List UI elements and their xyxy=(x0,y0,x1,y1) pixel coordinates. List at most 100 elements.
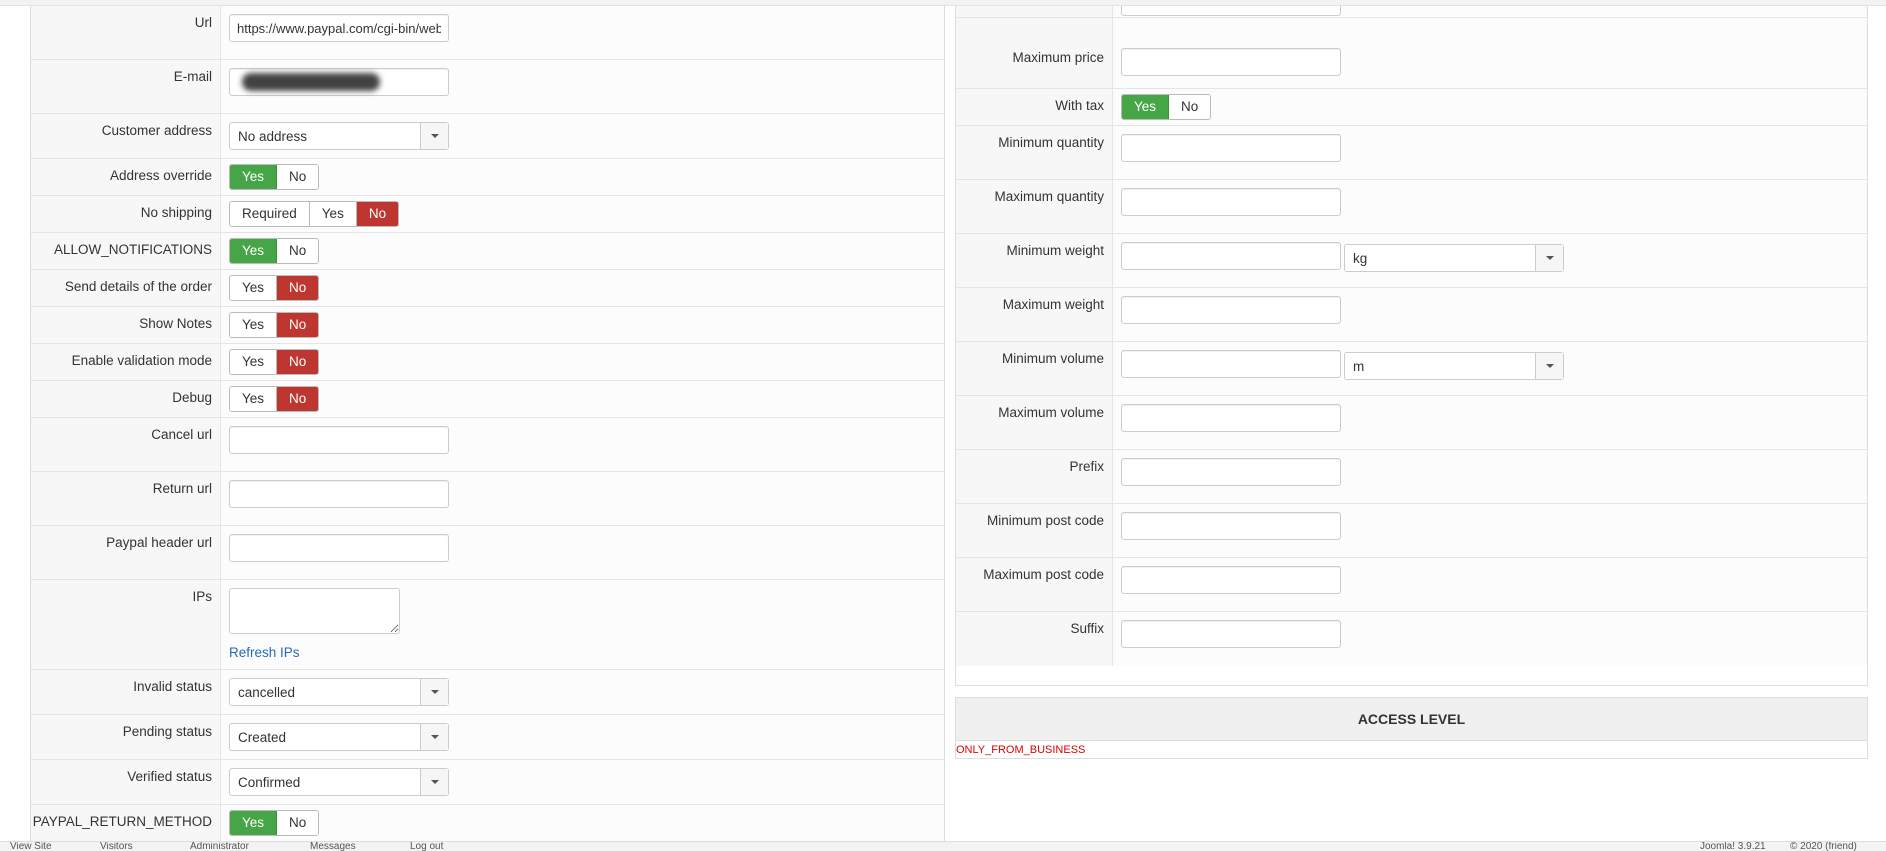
max-weight-label: Maximum weight xyxy=(956,288,1113,341)
min-post-label: Minimum post code xyxy=(956,504,1113,557)
chevron-down-icon xyxy=(420,679,448,705)
row-return-method: PAYPAL_RETURN_METHOD Yes No xyxy=(31,805,944,842)
show-notes-yes[interactable]: Yes xyxy=(230,313,278,337)
row-email: E-mail xyxy=(31,60,944,114)
row-max-price: Maximum price xyxy=(956,18,1867,89)
row-with-tax: With tax Yes No xyxy=(956,89,1867,126)
suffix-label: Suffix xyxy=(956,612,1113,666)
weight-unit-select[interactable]: kg xyxy=(1344,244,1564,272)
show-notes-no[interactable]: No xyxy=(277,313,319,337)
redacted-email-blur xyxy=(242,73,380,91)
invalid-status-select[interactable]: cancelled xyxy=(229,678,449,706)
allow-notifications-label: ALLOW_NOTIFICATIONS xyxy=(31,233,221,269)
pending-status-value: Created xyxy=(238,729,287,745)
verified-status-select[interactable]: Confirmed xyxy=(229,768,449,796)
row-send-details: Send details of the order Yes No xyxy=(31,270,944,307)
row-pending-status: Pending status Created xyxy=(31,715,944,760)
volume-unit-value: m xyxy=(1353,358,1365,374)
debug-no[interactable]: No xyxy=(277,387,319,411)
address-override-label: Address override xyxy=(31,159,221,195)
weight-unit-value: kg xyxy=(1353,250,1368,266)
left-form-panel: Url E-mail Customer address No address A… xyxy=(30,6,945,842)
allow-notifications-no[interactable]: No xyxy=(277,239,319,263)
validation-mode-toggle: Yes No xyxy=(229,349,320,375)
row-customer-address: Customer address No address xyxy=(31,114,944,159)
verified-status-label: Verified status xyxy=(31,760,221,804)
row-cancel-url: Cancel url xyxy=(31,418,944,472)
return-method-no[interactable]: No xyxy=(277,811,319,835)
cut-off-input[interactable] xyxy=(1121,6,1341,16)
max-volume-input[interactable] xyxy=(1121,404,1341,432)
row-verified-status: Verified status Confirmed xyxy=(31,760,944,805)
return-url-input[interactable] xyxy=(229,480,449,508)
with-tax-no[interactable]: No xyxy=(1169,95,1211,119)
address-override-toggle: Yes No xyxy=(229,164,320,190)
send-details-toggle: Yes No xyxy=(229,275,320,301)
header-url-input[interactable] xyxy=(229,534,449,562)
min-volume-input[interactable] xyxy=(1121,350,1341,378)
row-suffix: Suffix xyxy=(956,612,1867,666)
address-override-yes[interactable]: Yes xyxy=(230,165,278,189)
row-ips: IPs Refresh IPs xyxy=(31,580,944,670)
volume-unit-select[interactable]: m xyxy=(1344,352,1564,380)
return-method-label: PAYPAL_RETURN_METHOD xyxy=(31,805,221,842)
max-price-input[interactable] xyxy=(1121,48,1341,76)
copyright-text: © 2020 (friend) xyxy=(1790,841,1857,851)
no-shipping-label: No shipping xyxy=(31,196,221,232)
invalid-status-value: cancelled xyxy=(238,684,296,700)
ips-label: IPs xyxy=(31,580,221,669)
access-level-title: ACCESS LEVEL xyxy=(956,698,1867,741)
with-tax-yes[interactable]: Yes xyxy=(1122,95,1170,119)
chevron-down-icon xyxy=(1535,353,1563,379)
view-site-link[interactable]: View Site xyxy=(10,842,52,851)
cancel-url-input[interactable] xyxy=(229,426,449,454)
logout-link[interactable]: Log out xyxy=(410,842,443,851)
row-min-weight: Minimum weight kg xyxy=(956,234,1867,288)
row-min-qty: Minimum quantity xyxy=(956,126,1867,180)
max-qty-input[interactable] xyxy=(1121,188,1341,216)
send-details-yes[interactable]: Yes xyxy=(230,276,278,300)
min-post-input[interactable] xyxy=(1121,512,1341,540)
url-input[interactable] xyxy=(229,14,449,42)
min-weight-input[interactable] xyxy=(1121,242,1341,270)
no-shipping-no[interactable]: No xyxy=(356,202,399,226)
allow-notifications-yes[interactable]: Yes xyxy=(230,239,278,263)
return-url-label: Return url xyxy=(31,472,221,525)
validation-mode-no[interactable]: No xyxy=(277,350,319,374)
verified-status-value: Confirmed xyxy=(238,774,301,790)
messages-link[interactable]: Messages xyxy=(310,842,356,851)
ips-textarea[interactable] xyxy=(229,588,400,634)
return-method-yes[interactable]: Yes xyxy=(230,811,278,835)
send-details-no[interactable]: No xyxy=(277,276,319,300)
row-no-shipping: No shipping Required Yes No xyxy=(31,196,944,233)
email-label: E-mail xyxy=(31,60,221,113)
visitors-link[interactable]: Visitors xyxy=(100,842,133,851)
chevron-down-icon xyxy=(420,724,448,750)
validation-mode-yes[interactable]: Yes xyxy=(230,350,278,374)
no-shipping-yes[interactable]: Yes xyxy=(309,202,357,226)
customer-address-label: Customer address xyxy=(31,114,221,158)
suffix-input[interactable] xyxy=(1121,620,1341,648)
debug-label: Debug xyxy=(31,381,221,417)
no-shipping-required[interactable]: Required xyxy=(230,202,310,226)
send-details-label: Send details of the order xyxy=(31,270,221,306)
customer-address-select[interactable]: No address xyxy=(229,122,449,150)
row-debug: Debug Yes No xyxy=(31,381,944,418)
max-post-input[interactable] xyxy=(1121,566,1341,594)
pending-status-select[interactable]: Created xyxy=(229,723,449,751)
refresh-ips-link[interactable]: Refresh IPs xyxy=(229,645,300,660)
row-address-override: Address override Yes No xyxy=(31,159,944,196)
cancel-url-label: Cancel url xyxy=(31,418,221,471)
prefix-input[interactable] xyxy=(1121,458,1341,486)
min-weight-label: Minimum weight xyxy=(956,234,1113,287)
min-qty-label: Minimum quantity xyxy=(956,126,1113,179)
chevron-down-icon xyxy=(420,123,448,149)
max-weight-input[interactable] xyxy=(1121,296,1341,324)
row-show-notes: Show Notes Yes No xyxy=(31,307,944,344)
version-text: Joomla! 3.9.21 xyxy=(1700,841,1766,851)
no-shipping-toggle: Required Yes No xyxy=(229,201,400,227)
address-override-no[interactable]: No xyxy=(277,165,319,189)
min-qty-input[interactable] xyxy=(1121,134,1341,162)
debug-yes[interactable]: Yes xyxy=(230,387,278,411)
administrator-link[interactable]: Administrator xyxy=(190,842,249,851)
